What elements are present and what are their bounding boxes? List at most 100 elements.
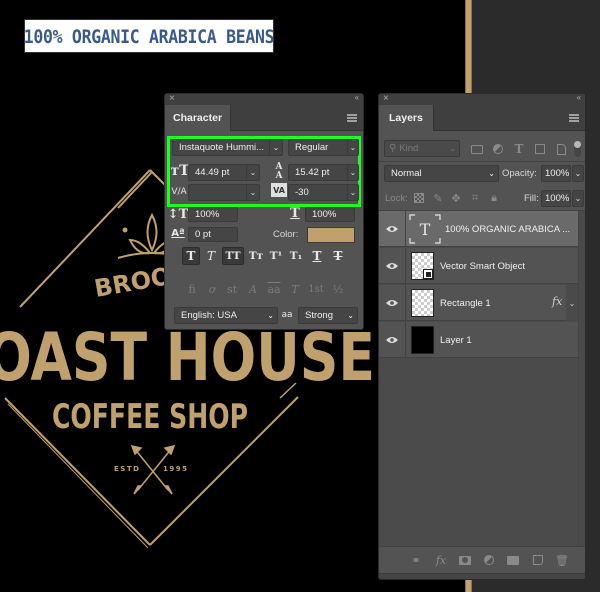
- leading-field[interactable]: 15.42 pt: [288, 164, 350, 181]
- baseline-shift-icon: Aª: [171, 228, 185, 239]
- opacity-label: Opacity:: [502, 168, 537, 179]
- panel-tabbar: Character: [165, 105, 363, 131]
- chevron-down-icon[interactable]: ⌄: [347, 184, 359, 201]
- visibility-eye-icon[interactable]: [385, 296, 399, 310]
- kerning-field[interactable]: [188, 184, 248, 201]
- chevron-down-icon[interactable]: ⌄: [572, 190, 584, 207]
- pixel-layer-filter-icon[interactable]: [470, 142, 484, 156]
- visibility-eye-icon[interactable]: [385, 222, 399, 236]
- chevron-down-icon[interactable]: ⌄: [347, 139, 359, 156]
- add-layer-style-icon[interactable]: fx: [434, 547, 448, 573]
- contextual-alternates-button[interactable]: ơ: [203, 281, 221, 297]
- lock-all-icon[interactable]: 🔒︎: [487, 191, 501, 205]
- expand-effects-chevron-icon[interactable]: ⌄: [566, 285, 578, 321]
- tab-character[interactable]: Character: [165, 105, 232, 131]
- subscript-button[interactable]: T₁: [287, 247, 305, 265]
- chevron-down-icon[interactable]: ⌄: [347, 164, 359, 181]
- opacity-field[interactable]: 100%: [541, 165, 571, 182]
- chevron-down-icon[interactable]: ⌄: [246, 164, 260, 181]
- add-mask-icon[interactable]: [458, 547, 472, 573]
- language-dropdown[interactable]: English: USA ⌄: [174, 307, 278, 324]
- svg-text:T: T: [420, 220, 431, 239]
- smart-object-filter-icon[interactable]: [554, 142, 568, 156]
- new-layer-icon[interactable]: [531, 547, 545, 573]
- tab-layers[interactable]: Layers: [379, 105, 434, 131]
- faux-bold-button[interactable]: T: [182, 247, 200, 265]
- chevron-down-icon: ⌄: [347, 311, 354, 320]
- layer-row[interactable]: Layer 1: [379, 322, 578, 358]
- delete-layer-trash-icon[interactable]: 🗑︎: [555, 547, 569, 573]
- close-icon[interactable]: ×: [383, 94, 389, 104]
- layers-panel: × ‹‹ Layers ⚲ Kind ⌄ T Normal ⌄ Opacity:…: [378, 93, 586, 580]
- filter-toggle[interactable]: [574, 141, 581, 157]
- layers-list: T 100% ORGANIC ARABICA ... Vector Smart …: [379, 211, 585, 546]
- small-caps-button[interactable]: Tт: [247, 247, 265, 265]
- collapse-icon[interactable]: ‹‹: [577, 94, 581, 102]
- blend-mode-dropdown[interactable]: Normal ⌄: [384, 165, 499, 182]
- baseline-shift-field[interactable]: 0 pt: [188, 227, 238, 242]
- type-layer-filter-icon[interactable]: T: [512, 142, 526, 156]
- adjustment-layer-filter-icon[interactable]: [491, 142, 505, 156]
- chevron-down-icon[interactable]: ⌄: [269, 139, 283, 156]
- font-size-field[interactable]: 44.49 pt: [188, 164, 248, 181]
- layer-row[interactable]: Rectangle 1 fx ⌄: [379, 285, 578, 321]
- ordinals-button[interactable]: 1st: [305, 281, 327, 297]
- filter-kind-dropdown[interactable]: ⚲ Kind ⌄: [384, 140, 460, 157]
- panel-menu-icon[interactable]: [347, 114, 357, 122]
- divider: [405, 211, 406, 246]
- fill-field[interactable]: 100%: [541, 190, 571, 207]
- strikethrough-button[interactable]: T: [329, 247, 347, 265]
- swash-button[interactable]: A: [244, 281, 262, 297]
- fractions-button[interactable]: ½: [329, 281, 347, 297]
- tracking-field[interactable]: -30: [288, 184, 350, 201]
- smart-object-thumbnail: [411, 252, 434, 280]
- superscript-button[interactable]: T¹: [267, 247, 285, 265]
- panel-topbar: × ‹‹: [379, 94, 585, 105]
- font-family-dropdown[interactable]: Instaquote Hummi...: [172, 139, 277, 156]
- layer-effects-icon[interactable]: fx: [552, 295, 562, 308]
- layer-row[interactable]: T 100% ORGANIC ARABICA ...: [379, 211, 578, 247]
- search-icon: ⚲: [389, 143, 397, 154]
- vertical-scale-field[interactable]: 100%: [188, 207, 238, 222]
- logo-year-label: 1995: [163, 465, 188, 473]
- faux-italic-button[interactable]: T: [202, 247, 220, 265]
- tracking-icon: VA: [271, 183, 287, 197]
- layers-scrollbar[interactable]: [578, 211, 585, 546]
- font-style-dropdown[interactable]: Regular: [288, 139, 350, 156]
- panel-topbar: × ‹‹: [165, 94, 363, 105]
- layer-name: 100% ORGANIC ARABICA ...: [445, 223, 571, 235]
- titling-alternates-button[interactable]: T: [286, 281, 304, 297]
- close-icon[interactable]: ×: [169, 94, 175, 104]
- shape-layer-filter-icon[interactable]: [533, 142, 547, 156]
- lock-artboard-icon[interactable]: ⌗: [468, 191, 482, 205]
- new-adjustment-layer-icon[interactable]: [482, 547, 496, 573]
- standard-ligatures-button[interactable]: fi: [183, 281, 201, 297]
- lock-transparent-pixels-icon[interactable]: [412, 191, 426, 205]
- new-group-folder-icon[interactable]: [506, 547, 520, 573]
- stylistic-alternates-button[interactable]: aa: [265, 281, 283, 297]
- link-layers-icon[interactable]: ⚭: [409, 547, 423, 573]
- visibility-eye-icon[interactable]: [385, 333, 399, 347]
- collapse-icon[interactable]: ‹‹: [355, 94, 359, 102]
- chevron-down-icon[interactable]: ⌄: [572, 165, 584, 182]
- discretionary-ligatures-button[interactable]: st: [223, 281, 241, 297]
- horizontal-scale-field[interactable]: 100%: [305, 207, 355, 222]
- fill-label: Fill:: [524, 193, 539, 204]
- panel-menu-icon[interactable]: [569, 114, 579, 122]
- diamond-edge-top-left-inner: [117, 171, 153, 209]
- visibility-eye-icon[interactable]: [385, 259, 399, 273]
- layer-row[interactable]: Vector Smart Object: [379, 248, 578, 284]
- vertical-scale-icon: ↕T: [167, 207, 189, 222]
- all-caps-button[interactable]: TT: [222, 247, 244, 265]
- chevron-down-icon[interactable]: ⌄: [246, 184, 260, 201]
- panel-resize-handle[interactable]: [379, 573, 585, 579]
- text-color-swatch[interactable]: [307, 227, 355, 243]
- lock-position-icon[interactable]: ✥: [449, 191, 463, 205]
- layer-name: Vector Smart Object: [440, 260, 526, 272]
- underline-button[interactable]: T: [308, 247, 326, 265]
- chevron-down-icon: ⌄: [449, 144, 456, 153]
- logo-line-coffee-shop: COFFEE SHOP: [52, 397, 248, 437]
- toggle-knob: [574, 141, 581, 148]
- lock-image-pixels-icon[interactable]: ✎: [431, 191, 445, 205]
- antialias-dropdown[interactable]: Strong ⌄: [298, 307, 358, 324]
